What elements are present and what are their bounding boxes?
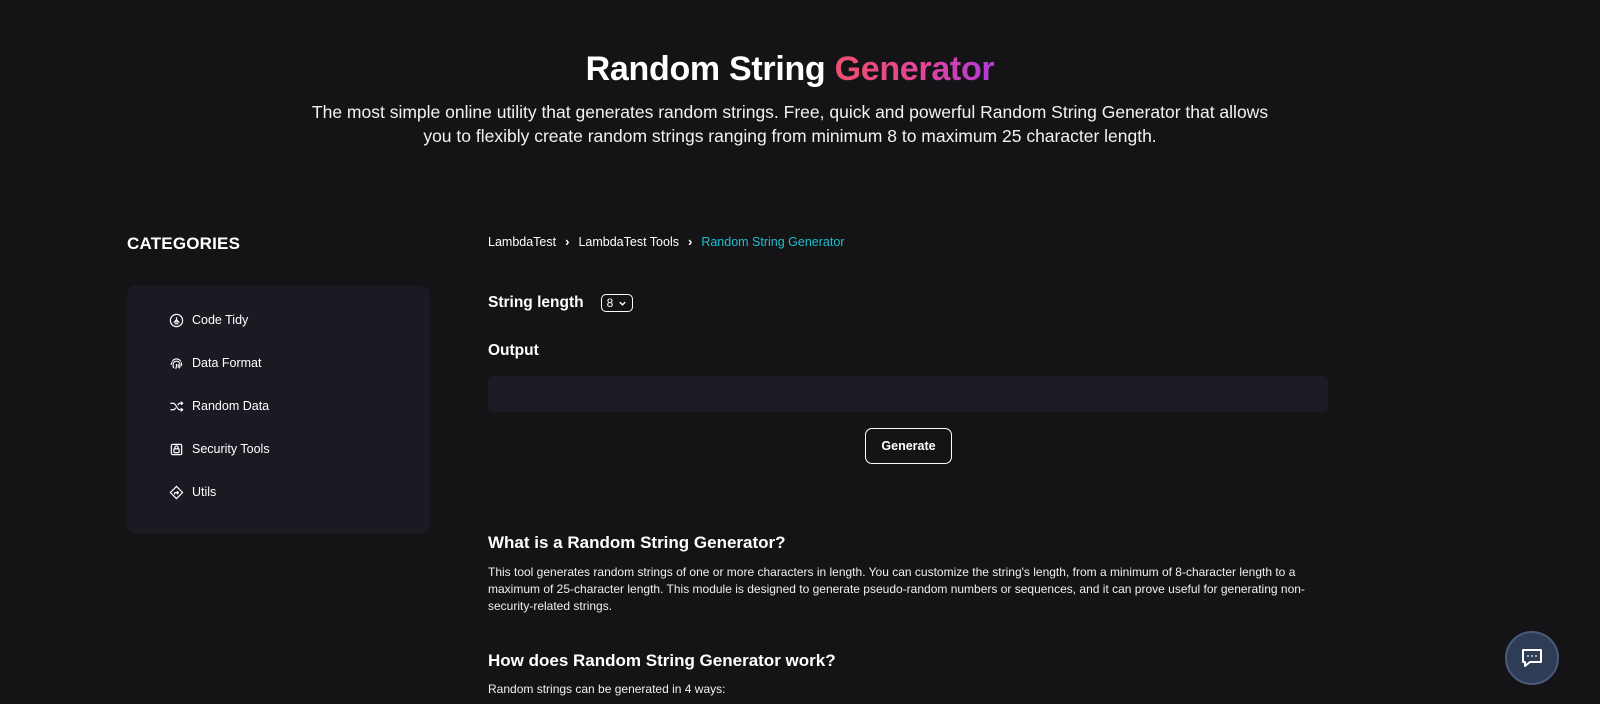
how-does-text: Random strings can be generated in 4 way…: [488, 682, 726, 696]
what-is-heading: What is a Random String Generator?: [488, 533, 786, 552]
breadcrumb-lambdatest-tools[interactable]: LambdaTest Tools: [578, 235, 679, 249]
hero: Random String Generator The most simple …: [0, 48, 1580, 148]
breadcrumb-current: Random String Generator: [701, 234, 845, 249]
page-title: Random String Generator: [0, 48, 1580, 90]
string-length-select[interactable]: 8: [600, 294, 634, 312]
sidebar-item-security-tools[interactable]: Security Tools: [169, 439, 270, 459]
sidebar-item-label: Code Tidy: [192, 313, 249, 327]
breadcrumb: LambdaTest › LambdaTest Tools › Random S…: [488, 234, 844, 249]
page: Random String Generator The most simple …: [0, 0, 1600, 704]
how-does-heading: How does Random String Generator work?: [488, 651, 836, 670]
page-title-accent: Generator: [834, 50, 995, 88]
shuffle-icon: [170, 400, 184, 412]
fingerprint-icon: [170, 357, 183, 369]
direction-sign-icon: [169, 485, 184, 499]
sidebar-item-data-format[interactable]: Data Format: [169, 353, 261, 373]
string-length-row: String length 8: [488, 294, 634, 312]
output-label: Output: [488, 342, 539, 359]
chevron-right-icon: ›: [687, 234, 693, 249]
lock-icon: [170, 443, 183, 455]
string-length-value: 8: [606, 296, 614, 310]
what-is-text: This tool generates random strings of on…: [488, 565, 1305, 613]
chevron-down-icon: [619, 301, 626, 306]
sidebar-item-label: Utils: [192, 485, 217, 499]
output-field[interactable]: [488, 376, 1328, 412]
sidebar-item-label: Security Tools: [192, 442, 270, 456]
sidebar-item-label: Data Format: [192, 356, 262, 370]
code-tidy-icon: [169, 313, 184, 327]
generate-button[interactable]: Generate: [865, 428, 952, 464]
string-length-label: String length: [488, 294, 584, 311]
sidebar-item-label: Random Data: [192, 399, 270, 413]
categories-panel: Code Tidy Data Format Random Data Securi…: [127, 286, 430, 534]
page-title-plain: Random String: [585, 50, 826, 88]
sidebar-item-code-tidy[interactable]: Code Tidy: [169, 310, 248, 330]
chat-icon: [1522, 649, 1542, 667]
categories-heading: CATEGORIES: [127, 234, 241, 253]
breadcrumb-lambdatest[interactable]: LambdaTest: [488, 235, 556, 249]
chat-button[interactable]: [1505, 631, 1559, 685]
chevron-right-icon: ›: [565, 234, 570, 249]
sidebar-item-random-data[interactable]: Random Data: [169, 396, 269, 416]
page-subtitle: The most simple online utility that gene…: [311, 102, 1269, 146]
sidebar-item-utils[interactable]: Utils: [169, 482, 216, 502]
